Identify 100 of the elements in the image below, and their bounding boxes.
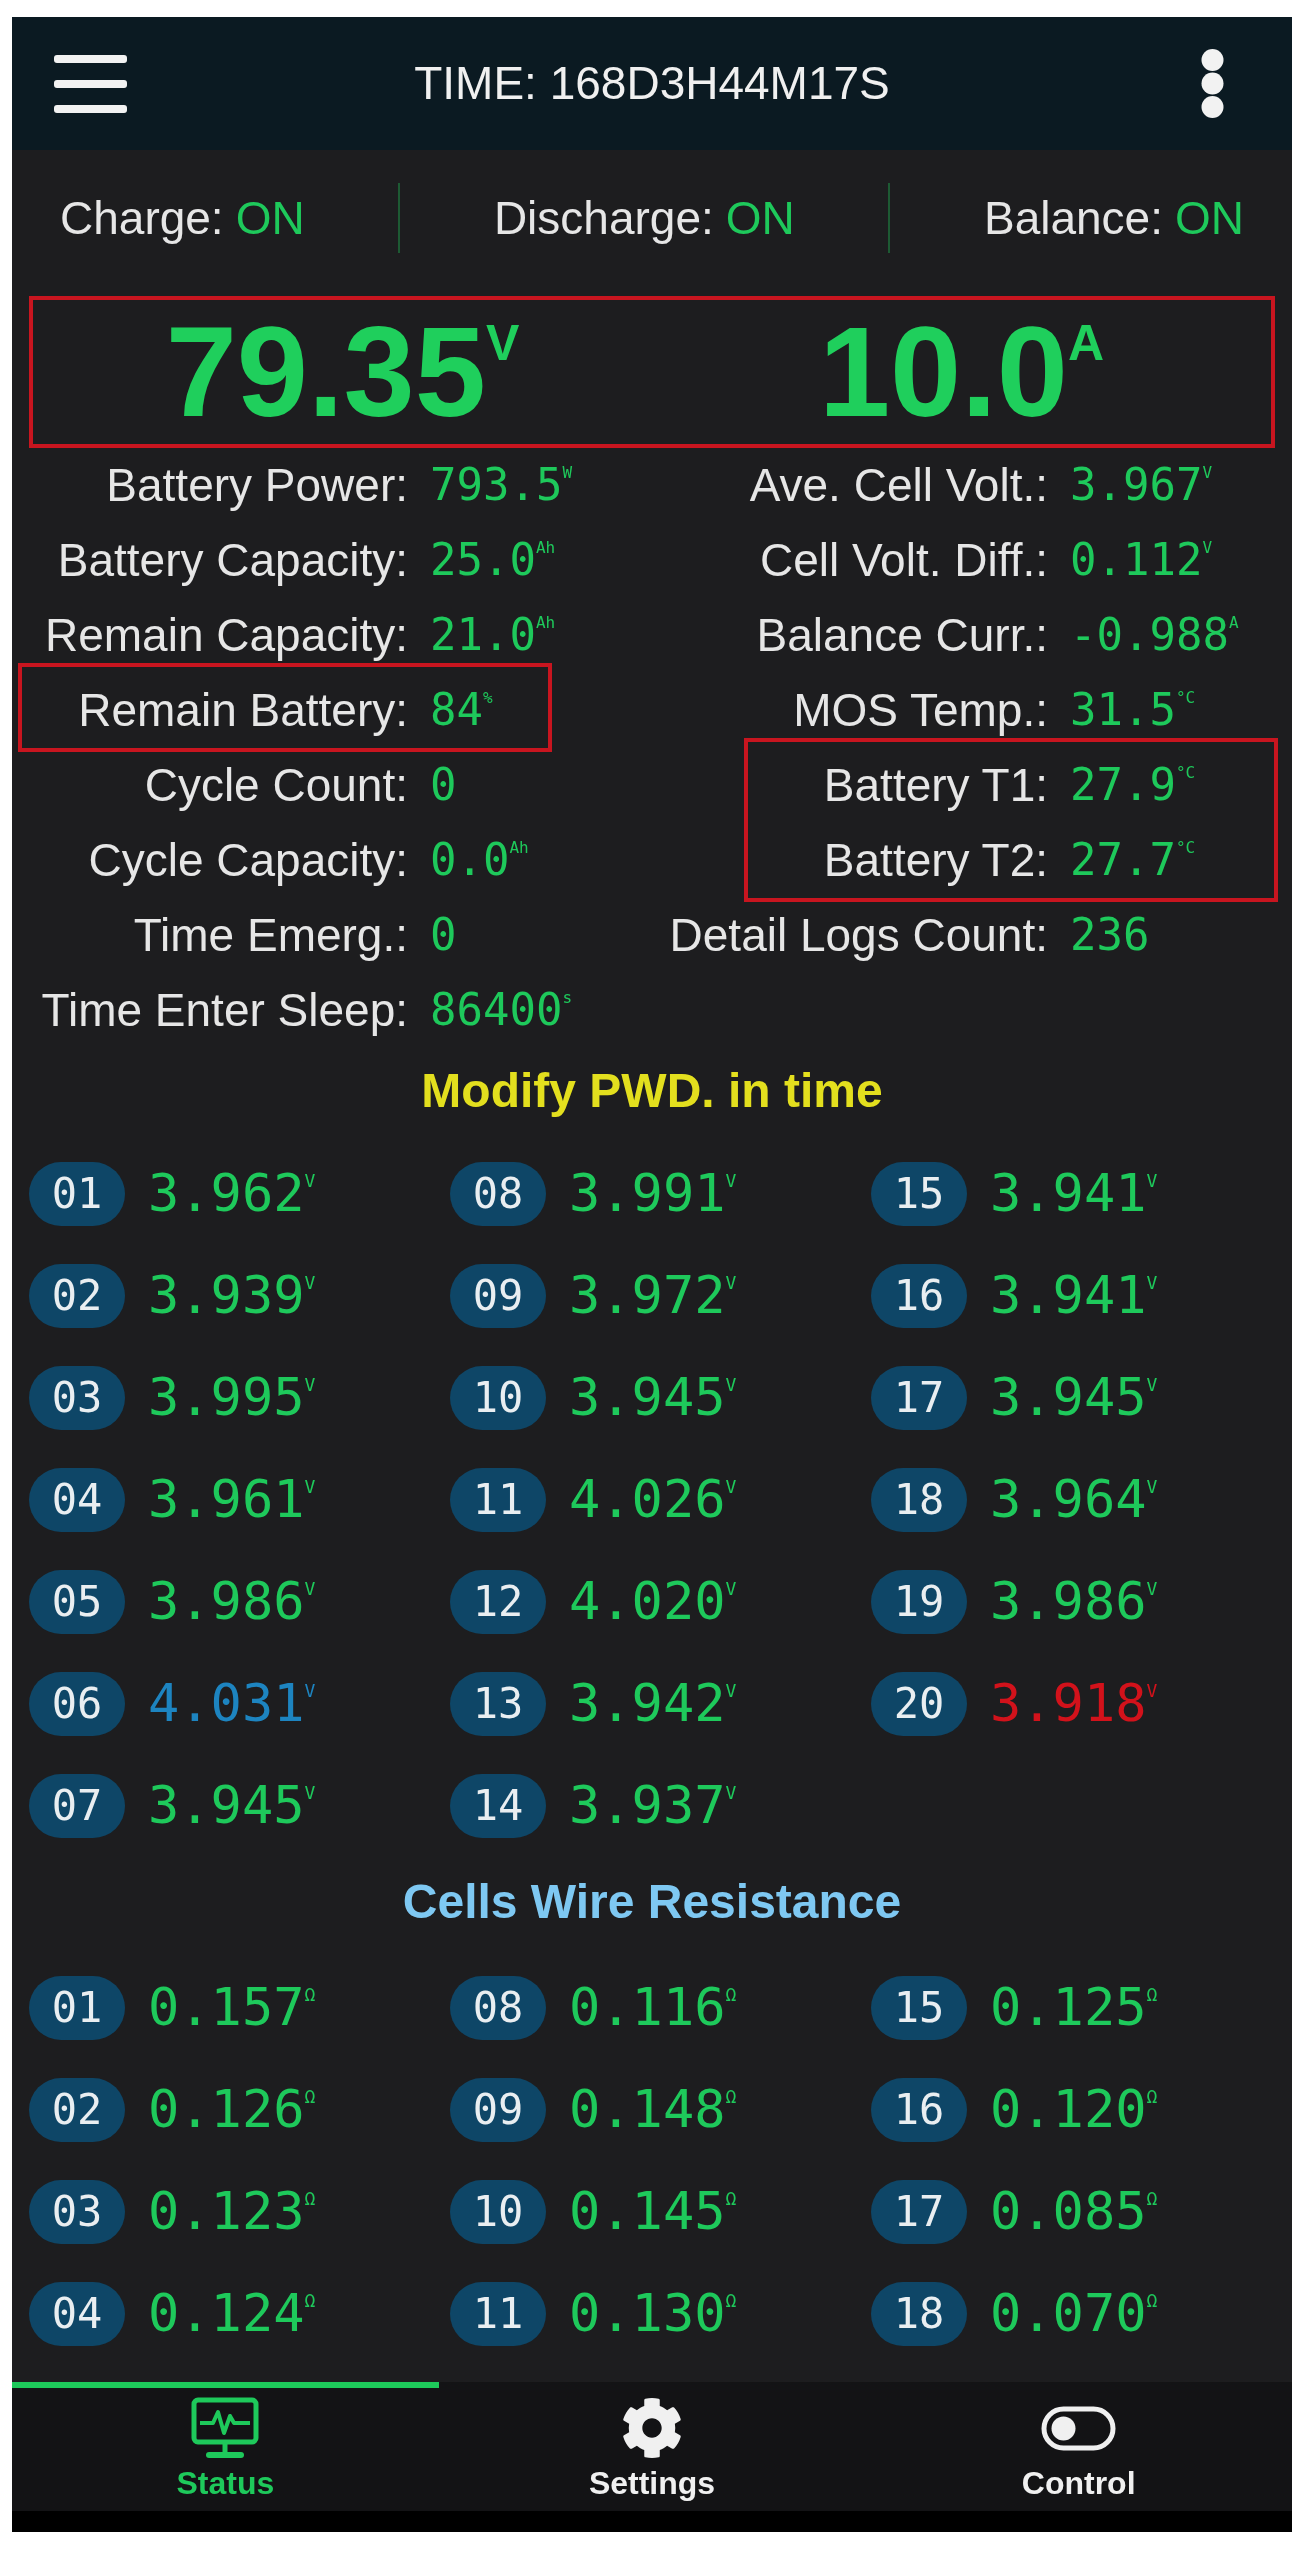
stat-label: Battery T2: xyxy=(822,834,1048,887)
stat-value: 31.5$^{°C}$ xyxy=(1070,685,1196,736)
stat-value: 3.967$^{V}$ xyxy=(1070,460,1213,511)
cell-index-badge: 02 xyxy=(29,2078,125,2142)
stat-value: 236 xyxy=(1070,910,1150,961)
cell-index-badge: 08 xyxy=(450,1976,546,2040)
cell-index-badge: 05 xyxy=(29,1570,125,1634)
settings-icon xyxy=(621,2397,683,2459)
cell-voltage: 3.962$^{V}$ xyxy=(148,1164,316,1224)
cell-resistance: 0.124$^{Ω}$ xyxy=(148,2284,316,2344)
cell-index-badge: 16 xyxy=(871,2078,967,2142)
cell-voltage: 4.020$^{V}$ xyxy=(569,1572,737,1632)
vertical-ellipsis-icon[interactable] xyxy=(1200,48,1225,119)
cell-resistance: 0.125$^{Ω}$ xyxy=(990,1978,1158,2038)
cell-index-badge: 10 xyxy=(450,1366,546,1430)
menu-icon[interactable] xyxy=(54,54,127,113)
section-title: Modify PWD. in time xyxy=(421,1062,883,1119)
switch-state: ON xyxy=(1175,191,1244,245)
cell-index-badge: 06 xyxy=(29,1672,125,1736)
cell-voltage: 3.986$^{V}$ xyxy=(148,1572,316,1632)
cell-index-badge: 04 xyxy=(29,2282,125,2346)
cell-index-badge: 01 xyxy=(29,1976,125,2040)
monitor-pulse-icon xyxy=(191,2396,260,2460)
stat-label: Balance Curr.: xyxy=(755,609,1048,662)
switch-state: ON xyxy=(725,191,795,245)
stat-value: 0 xyxy=(430,910,457,961)
cell-index-badge: 14 xyxy=(450,1774,546,1838)
cell-index-badge: 13 xyxy=(450,1672,546,1736)
nav-tab[interactable]: Settings xyxy=(438,2382,866,2511)
cell-index-badge: 03 xyxy=(29,2180,125,2244)
stat-value: -0.988$^{A}$ xyxy=(1070,610,1239,661)
stat-label: Cycle Capacity: xyxy=(87,834,408,887)
cell-index-badge: 09 xyxy=(450,2078,546,2142)
cell-voltage: 3.972$^{V}$ xyxy=(569,1266,737,1326)
stat-label: MOS Temp.: xyxy=(792,684,1048,737)
cell-index-badge: 08 xyxy=(450,1162,546,1226)
cell-resistance: 0.123$^{Ω}$ xyxy=(148,2182,316,2242)
cell-voltage: 3.918$^{V}$ xyxy=(990,1674,1158,1734)
cell-index-badge: 07 xyxy=(29,1774,125,1838)
stat-value: 0 xyxy=(430,760,457,811)
stat-label: Remain Battery: xyxy=(77,684,408,737)
main-reading: 10.0$^{A}$ xyxy=(818,308,1105,436)
cell-index-badge: 01 xyxy=(29,1162,125,1226)
cell-resistance: 0.148$^{Ω}$ xyxy=(569,2080,737,2140)
cell-resistance: 0.120$^{Ω}$ xyxy=(990,2080,1158,2140)
cell-index-badge: 19 xyxy=(871,1570,967,1634)
cell-voltage: 3.942$^{V}$ xyxy=(569,1674,737,1734)
cell-index-badge: 17 xyxy=(871,2180,967,2244)
stat-label: Battery Capacity: xyxy=(56,534,408,587)
stat-label: Ave. Cell Volt.: xyxy=(748,459,1048,512)
cell-index-badge: 18 xyxy=(871,2282,967,2346)
cell-resistance: 0.085$^{Ω}$ xyxy=(990,2182,1158,2242)
stat-value: 0.112$^{V}$ xyxy=(1070,535,1213,586)
cell-voltage: 3.945$^{V}$ xyxy=(990,1368,1158,1428)
cell-resistance: 0.145$^{Ω}$ xyxy=(569,2182,737,2242)
cell-index-badge: 10 xyxy=(450,2180,546,2244)
stat-label: Detail Logs Count: xyxy=(668,909,1048,962)
stat-value: 86400$^{s}$ xyxy=(430,985,573,1036)
cell-index-badge: 11 xyxy=(450,1468,546,1532)
nav-tab[interactable]: Control xyxy=(865,2382,1292,2511)
cell-index-badge: 15 xyxy=(871,1162,967,1226)
cell-voltage: 4.026$^{V}$ xyxy=(569,1470,737,1530)
stat-value: 27.7$^{°C}$ xyxy=(1070,835,1196,886)
cell-resistance: 0.116$^{Ω}$ xyxy=(569,1978,737,2038)
cell-voltage: 3.945$^{V}$ xyxy=(148,1776,316,1836)
cell-voltage: 3.939$^{V}$ xyxy=(148,1266,316,1326)
cell-index-badge: 12 xyxy=(450,1570,546,1634)
cell-resistance: 0.130$^{Ω}$ xyxy=(569,2284,737,2344)
cell-index-badge: 03 xyxy=(29,1366,125,1430)
stat-value: 25.0$^{Ah}$ xyxy=(430,535,556,586)
cell-voltage: 3.945$^{V}$ xyxy=(569,1368,737,1428)
stat-label: Remain Capacity: xyxy=(43,609,408,662)
cell-index-badge: 20 xyxy=(871,1672,967,1736)
cell-index-badge: 11 xyxy=(450,2282,546,2346)
stat-value: 27.9$^{°C}$ xyxy=(1070,760,1196,811)
cell-resistance: 0.126$^{Ω}$ xyxy=(148,2080,316,2140)
cell-voltage: 3.991$^{V}$ xyxy=(569,1164,737,1224)
cell-voltage: 4.031$^{V}$ xyxy=(148,1674,316,1734)
section-title: Cells Wire Resistance xyxy=(402,1874,902,1930)
stat-label: Battery Power: xyxy=(105,459,408,512)
toggle-switch-icon xyxy=(1041,2405,1117,2451)
cell-voltage: 3.995$^{V}$ xyxy=(148,1368,316,1428)
cell-index-badge: 18 xyxy=(871,1468,967,1532)
stat-value: 84$^{%}$ xyxy=(430,685,493,736)
header-title: TIME: 168D3H44M17S xyxy=(414,57,890,110)
stat-value: 793.5$^{W}$ xyxy=(430,460,573,511)
cell-index-badge: 15 xyxy=(871,1976,967,2040)
stat-label: Cell Volt. Diff.: xyxy=(758,534,1048,587)
cell-index-badge: 04 xyxy=(29,1468,125,1532)
cell-voltage: 3.941$^{V}$ xyxy=(990,1266,1158,1326)
cell-index-badge: 16 xyxy=(871,1264,967,1328)
cell-voltage: 3.961$^{V}$ xyxy=(148,1470,316,1530)
cell-voltage: 3.964$^{V}$ xyxy=(990,1470,1158,1530)
stat-label: Time Emerg.: xyxy=(132,909,408,962)
stat-label: Cycle Count: xyxy=(143,759,408,812)
stat-value: 0.0$^{Ah}$ xyxy=(430,835,529,886)
cell-voltage: 3.937$^{V}$ xyxy=(569,1776,737,1836)
main-reading: 79.35$^{V}$ xyxy=(165,308,520,436)
cell-index-badge: 02 xyxy=(29,1264,125,1328)
stat-label: Time Enter Sleep: xyxy=(40,984,408,1037)
